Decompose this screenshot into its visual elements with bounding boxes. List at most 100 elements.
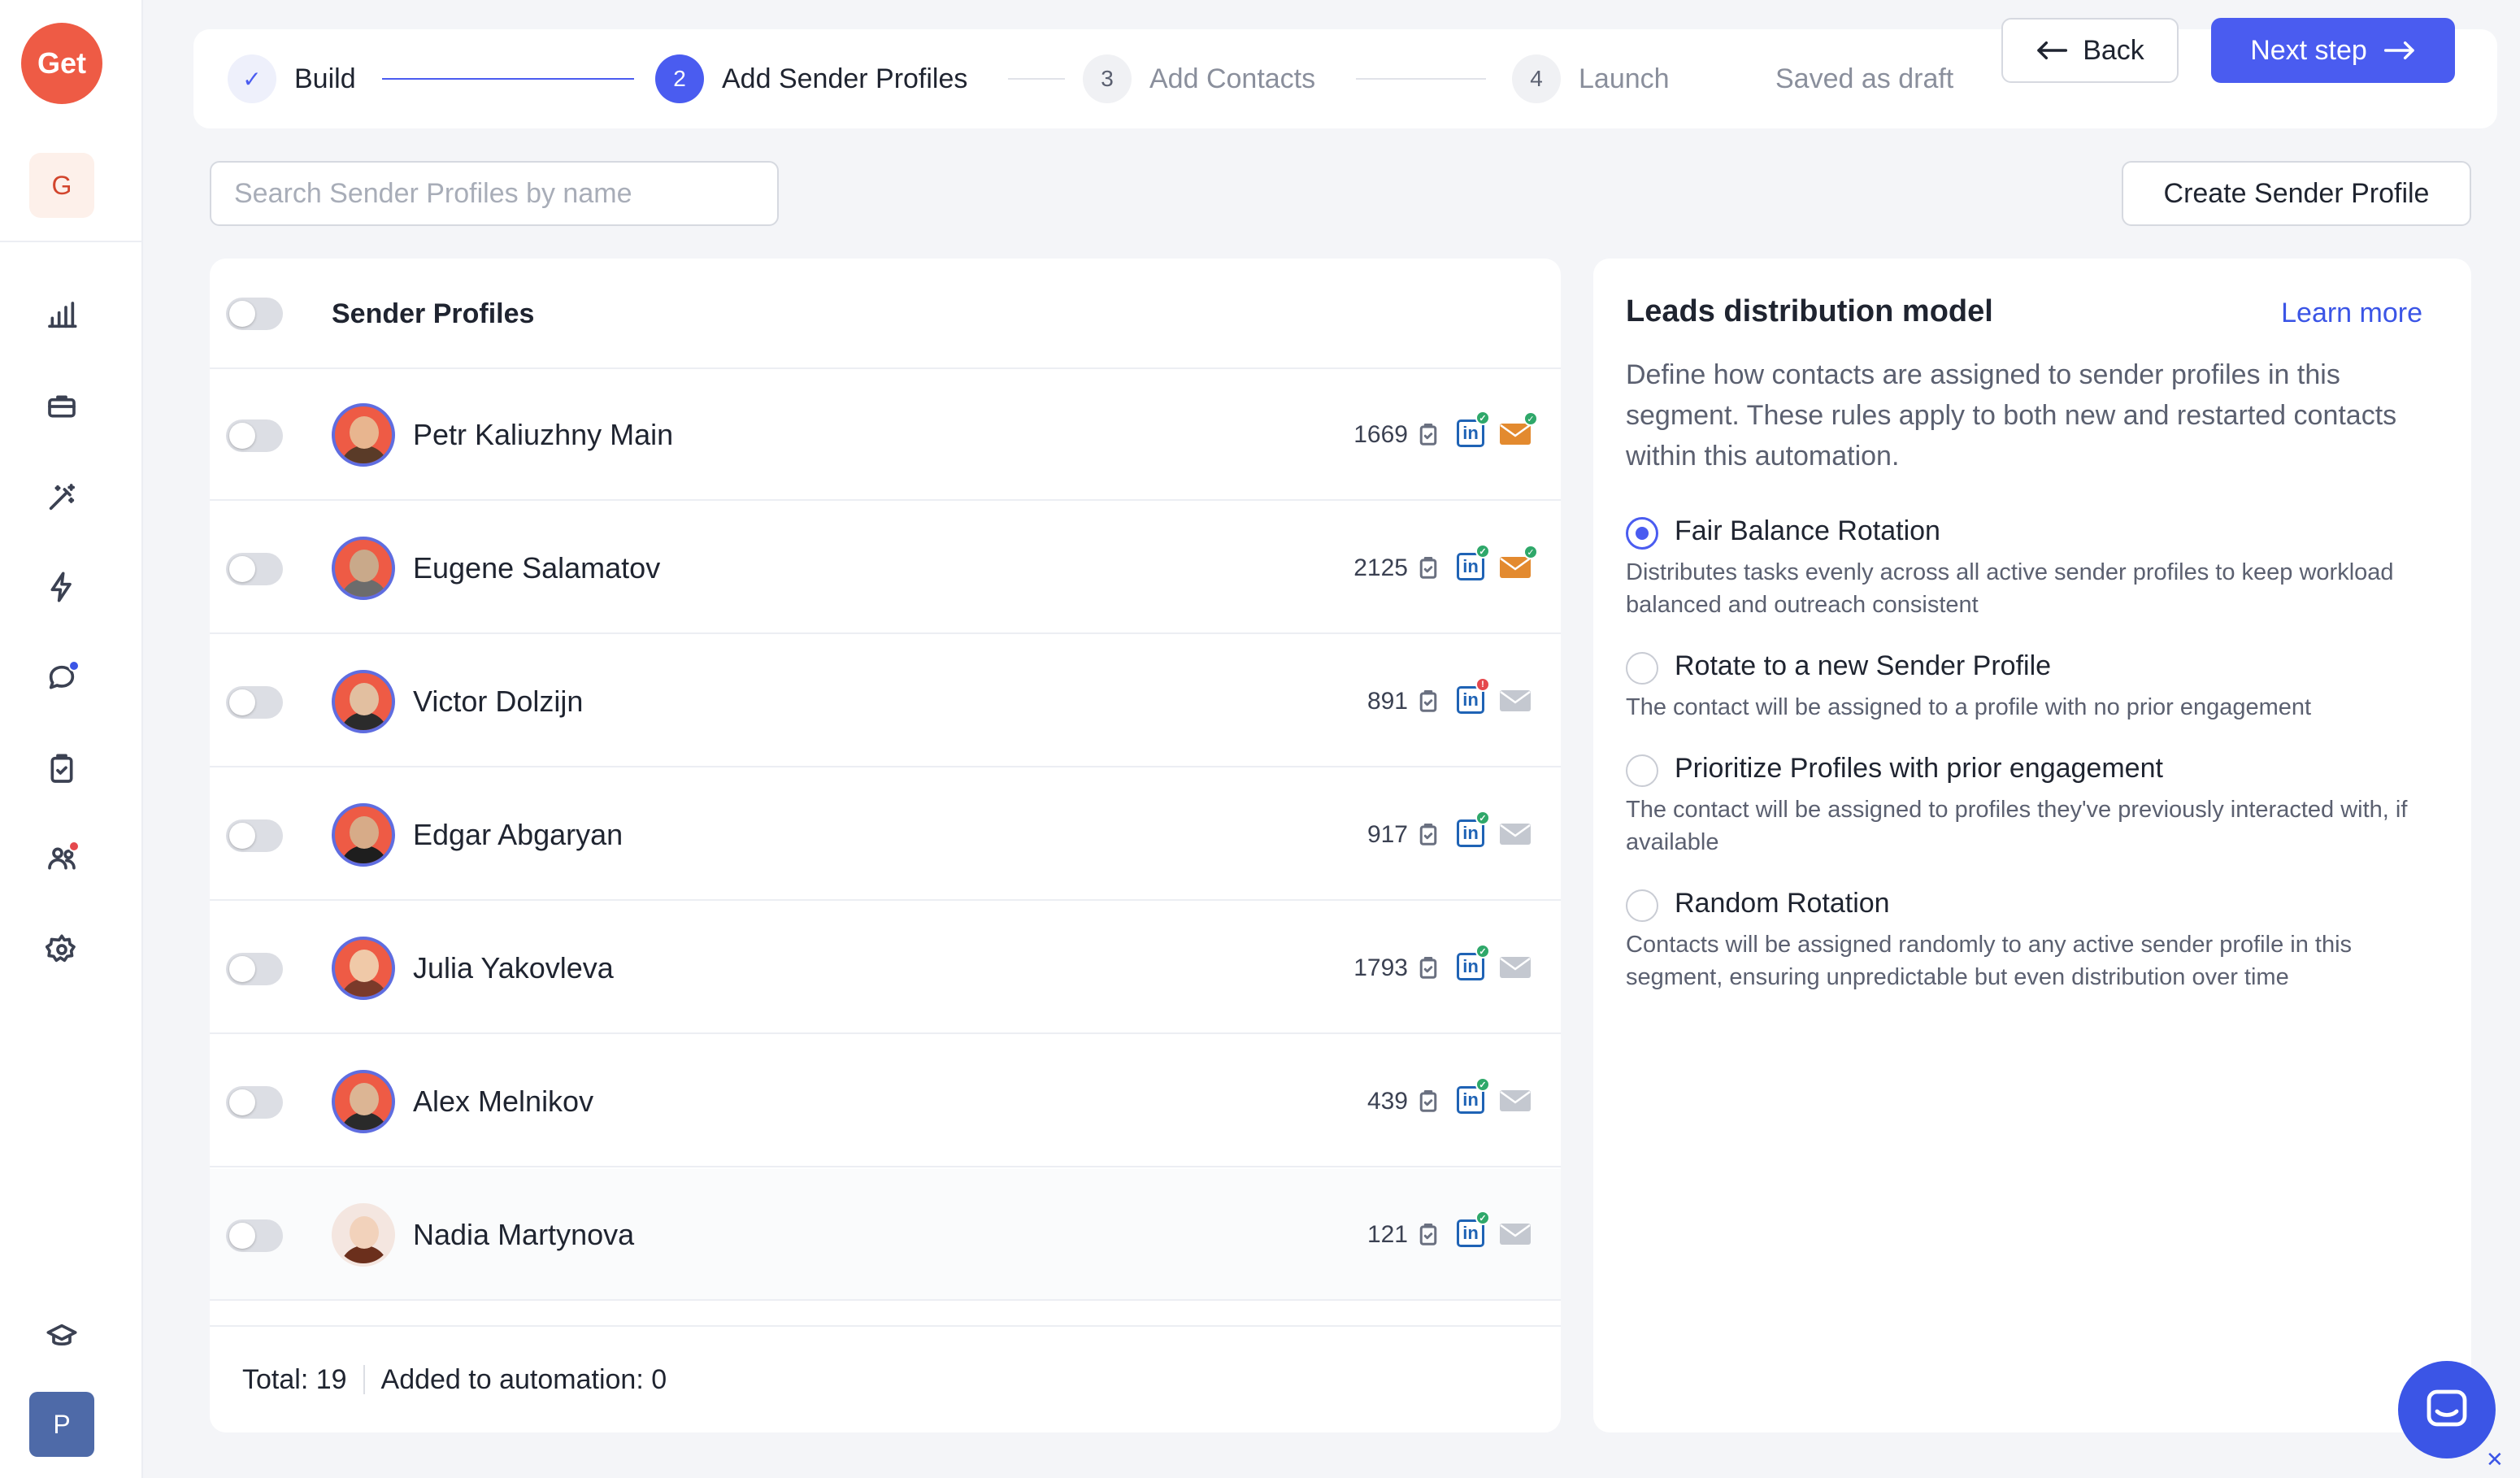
lightning-icon[interactable] — [39, 564, 85, 610]
linkedin-status-badge: ! — [1475, 677, 1490, 692]
email-icon[interactable] — [1499, 823, 1532, 846]
linkedin-icon[interactable]: in ✓ — [1457, 411, 1490, 447]
select-all-toggle[interactable] — [226, 298, 283, 330]
table-row[interactable]: Victor Dolzijn 891 in ! — [210, 636, 1561, 767]
linkedin-icon[interactable]: in ✓ — [1457, 944, 1490, 980]
linkedin-icon[interactable]: in ✓ — [1457, 811, 1490, 847]
clipboard-icon — [1416, 421, 1440, 449]
team-icon[interactable] — [39, 836, 85, 881]
back-button[interactable]: Back — [2001, 18, 2179, 83]
avatar — [332, 803, 395, 867]
avatar — [332, 537, 395, 600]
email-icon[interactable] — [1499, 1089, 1532, 1112]
notification-dot — [68, 660, 80, 672]
settings-gear-icon[interactable] — [39, 927, 85, 972]
profile-name[interactable]: Julia Yakovleva — [413, 902, 614, 1034]
radio-button[interactable] — [1626, 754, 1658, 787]
radio-button[interactable] — [1626, 652, 1658, 685]
linkedin-status-badge: ✓ — [1475, 811, 1490, 825]
added-count: Added to automation: 0 — [380, 1363, 667, 1395]
profile-toggle[interactable] — [226, 1219, 283, 1252]
profile-toggle[interactable] — [226, 419, 283, 452]
radio-button[interactable] — [1626, 517, 1658, 550]
step-label: Build — [294, 63, 356, 94]
academy-icon[interactable] — [39, 1314, 85, 1359]
profile-name[interactable]: Victor Dolzijn — [413, 636, 583, 767]
profile-toggle[interactable] — [226, 953, 283, 985]
profile-name[interactable]: Eugene Salamatov — [413, 502, 660, 634]
search-input[interactable] — [210, 161, 779, 226]
profile-toggle[interactable] — [226, 1086, 283, 1119]
table-row[interactable]: Petr Kaliuzhny Main 1669 in ✓ ✓ — [210, 369, 1561, 501]
linkedin-icon[interactable]: in ✓ — [1457, 1211, 1490, 1247]
step-connector — [382, 78, 634, 80]
sidebar: Get G P — [0, 0, 143, 1478]
step-add-contacts[interactable]: 3 Add Contacts — [1083, 29, 1315, 128]
option-description: Distributes tasks evenly across all acti… — [1626, 559, 2394, 618]
contact-count: 917 — [1366, 821, 1408, 848]
step-number: 2 — [655, 54, 704, 103]
profile-name[interactable]: Edgar Abgaryan — [413, 769, 623, 901]
email-icon[interactable]: ✓ — [1499, 411, 1538, 446]
workspace-badge[interactable]: G — [29, 153, 94, 218]
back-label: Back — [2083, 34, 2144, 66]
linkedin-icon[interactable]: in ✓ — [1457, 1077, 1490, 1114]
linkedin-status-badge: ✓ — [1475, 411, 1490, 425]
chat-icon[interactable] — [39, 655, 85, 701]
table-header: Sender Profiles — [210, 259, 1561, 369]
profile-name[interactable]: Nadia Martynova — [413, 1169, 634, 1301]
app-logo[interactable]: Get — [21, 23, 102, 104]
table-row[interactable]: Edgar Abgaryan 917 in ✓ — [210, 769, 1561, 901]
profile-name[interactable]: Alex Melnikov — [413, 1036, 593, 1167]
step-launch[interactable]: 4 Launch — [1512, 29, 1670, 128]
magic-wand-icon[interactable] — [39, 475, 85, 520]
step-check-icon: ✓ — [228, 54, 276, 103]
tasks-icon[interactable] — [39, 746, 85, 792]
table-footer: Total: 19 Added to automation: 0 — [210, 1325, 1561, 1432]
profile-toggle[interactable] — [226, 819, 283, 852]
analytics-icon[interactable] — [39, 293, 85, 338]
option-title: Fair Balance Rotation — [1675, 515, 1940, 546]
email-icon[interactable] — [1499, 689, 1532, 712]
arrow-left-icon — [2037, 41, 2068, 60]
step-build[interactable]: ✓ Build — [228, 29, 356, 128]
support-chat-button[interactable] — [2398, 1361, 2496, 1458]
learn-more-link[interactable]: Learn more — [2281, 298, 2422, 329]
linkedin-icon[interactable]: in ✓ — [1457, 544, 1490, 580]
option-title: Rotate to a new Sender Profile — [1675, 650, 2052, 681]
email-icon[interactable] — [1499, 1223, 1532, 1245]
table-row[interactable]: Nadia Martynova 121 in ✓ — [210, 1169, 1561, 1301]
close-icon[interactable]: ✕ — [2486, 1447, 2504, 1472]
clipboard-icon — [1416, 688, 1440, 715]
table-row[interactable]: Eugene Salamatov 2125 in ✓ ✓ — [210, 502, 1561, 634]
step-label: Add Sender Profiles — [722, 63, 968, 94]
profile-toggle[interactable] — [226, 686, 283, 719]
linkedin-status-badge: ✓ — [1475, 1077, 1490, 1092]
user-avatar[interactable]: P — [29, 1392, 94, 1457]
email-status-badge: ✓ — [1523, 545, 1538, 559]
table-row[interactable]: Alex Melnikov 439 in ✓ — [210, 1036, 1561, 1167]
option-title: Prioritize Profiles with prior engagemen… — [1675, 753, 2163, 784]
panel-description: Define how contacts are assigned to send… — [1626, 359, 2397, 472]
step-label: Launch — [1579, 63, 1670, 94]
profile-name[interactable]: Petr Kaliuzhny Main — [413, 369, 673, 501]
step-add-sender-profiles[interactable]: 2 Add Sender Profiles — [655, 29, 967, 128]
leads-distribution-panel: Leads distribution model Learn more Defi… — [1593, 259, 2471, 1432]
option-title: Random Rotation — [1675, 888, 1890, 919]
table-row[interactable]: Julia Yakovleva 1793 in ✓ — [210, 902, 1561, 1034]
profile-toggle[interactable] — [226, 553, 283, 585]
linkedin-status-badge: ✓ — [1475, 544, 1490, 559]
radio-button[interactable] — [1626, 889, 1658, 922]
email-icon[interactable]: ✓ — [1499, 545, 1538, 579]
next-label: Next step — [2250, 34, 2367, 66]
next-step-button[interactable]: Next step — [2211, 18, 2455, 83]
linkedin-icon[interactable]: in ! — [1457, 677, 1490, 714]
clipboard-icon — [1416, 821, 1440, 849]
avatar — [332, 670, 395, 733]
email-icon[interactable] — [1499, 956, 1532, 979]
clipboard-icon — [1416, 954, 1440, 982]
contact-count: 2125 — [1353, 554, 1408, 581]
briefcase-icon[interactable] — [39, 384, 85, 429]
create-sender-profile-button[interactable]: Create Sender Profile — [2122, 161, 2471, 226]
arrow-right-icon — [2383, 41, 2414, 60]
